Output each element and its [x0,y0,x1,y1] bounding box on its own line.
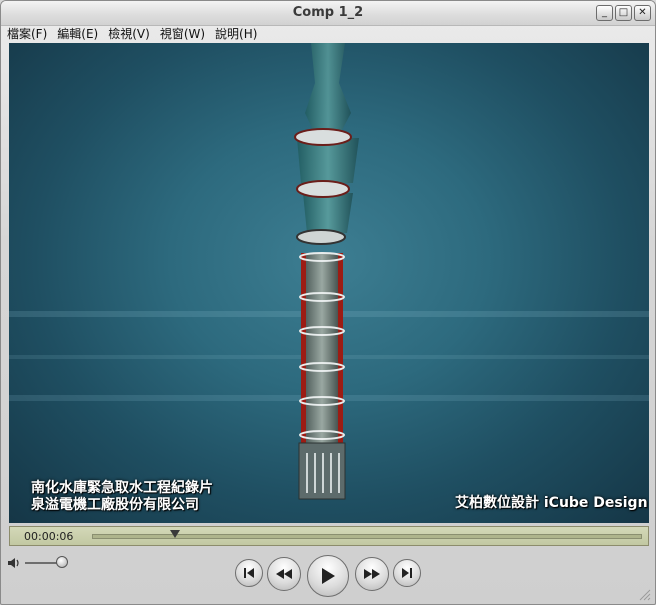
menu-view[interactable]: 檢視(V) [108,26,150,43]
water-spray [305,43,351,143]
close-button[interactable]: ✕ [634,5,651,21]
title-bar[interactable]: Comp 1_2 _ □ ✕ [1,1,655,26]
water-spray [303,193,353,233]
timecode-display: 00:00:06 [24,530,74,543]
fast-forward-button[interactable] [355,557,389,591]
maximize-button[interactable]: □ [615,5,632,21]
minimize-button[interactable]: _ [596,5,613,21]
window-title: Comp 1_2 [292,5,364,20]
menu-window[interactable]: 視窗(W) [160,26,205,43]
volume-knob[interactable] [56,556,68,568]
speaker-icon[interactable] [7,557,21,569]
player-window: Comp 1_2 _ □ ✕ 檔案(F) 編輯(E) 檢視(V) 視窗(W) 說… [0,0,656,605]
go-to-start-button[interactable] [235,559,263,587]
menu-help[interactable]: 說明(H) [215,26,257,43]
pipe-red-frame [338,253,343,443]
fast-forward-icon [364,569,380,579]
pipe-scene [294,43,359,500]
play-icon [322,568,335,584]
playhead-marker[interactable] [169,530,180,538]
menu-bar: 檔案(F) 編輯(E) 檢視(V) 視窗(W) 說明(H) [1,26,257,43]
go-to-end-button[interactable] [393,559,421,587]
rewind-button[interactable] [267,557,301,591]
pipe-red-frame [301,253,306,443]
control-bar: 00:00:06 [1,523,655,604]
caption-title-line2: 泉溢電機工廠股份有限公司 [31,497,199,513]
menu-edit[interactable]: 編輯(E) [57,26,98,43]
rewind-icon [276,569,292,579]
pipe-body [301,253,343,443]
timeline-bar: 00:00:06 [9,526,649,546]
caption-credit: 艾柏數位設計 iCube Design [455,495,648,511]
play-button[interactable] [307,555,349,597]
menu-file[interactable]: 檔案(F) [7,26,47,43]
skip-forward-icon [402,568,412,578]
video-viewport[interactable]: 南化水庫緊急取水工程紀錄片 泉溢電機工廠股份有限公司 艾柏數位設計 iCube … [9,43,649,523]
window-controls: _ □ ✕ [596,5,651,21]
resize-grip-icon[interactable] [637,587,651,601]
pipe-flange [294,128,352,146]
pipe-flange [296,229,346,245]
pipe-flange [296,180,350,198]
skip-back-icon [244,568,254,578]
